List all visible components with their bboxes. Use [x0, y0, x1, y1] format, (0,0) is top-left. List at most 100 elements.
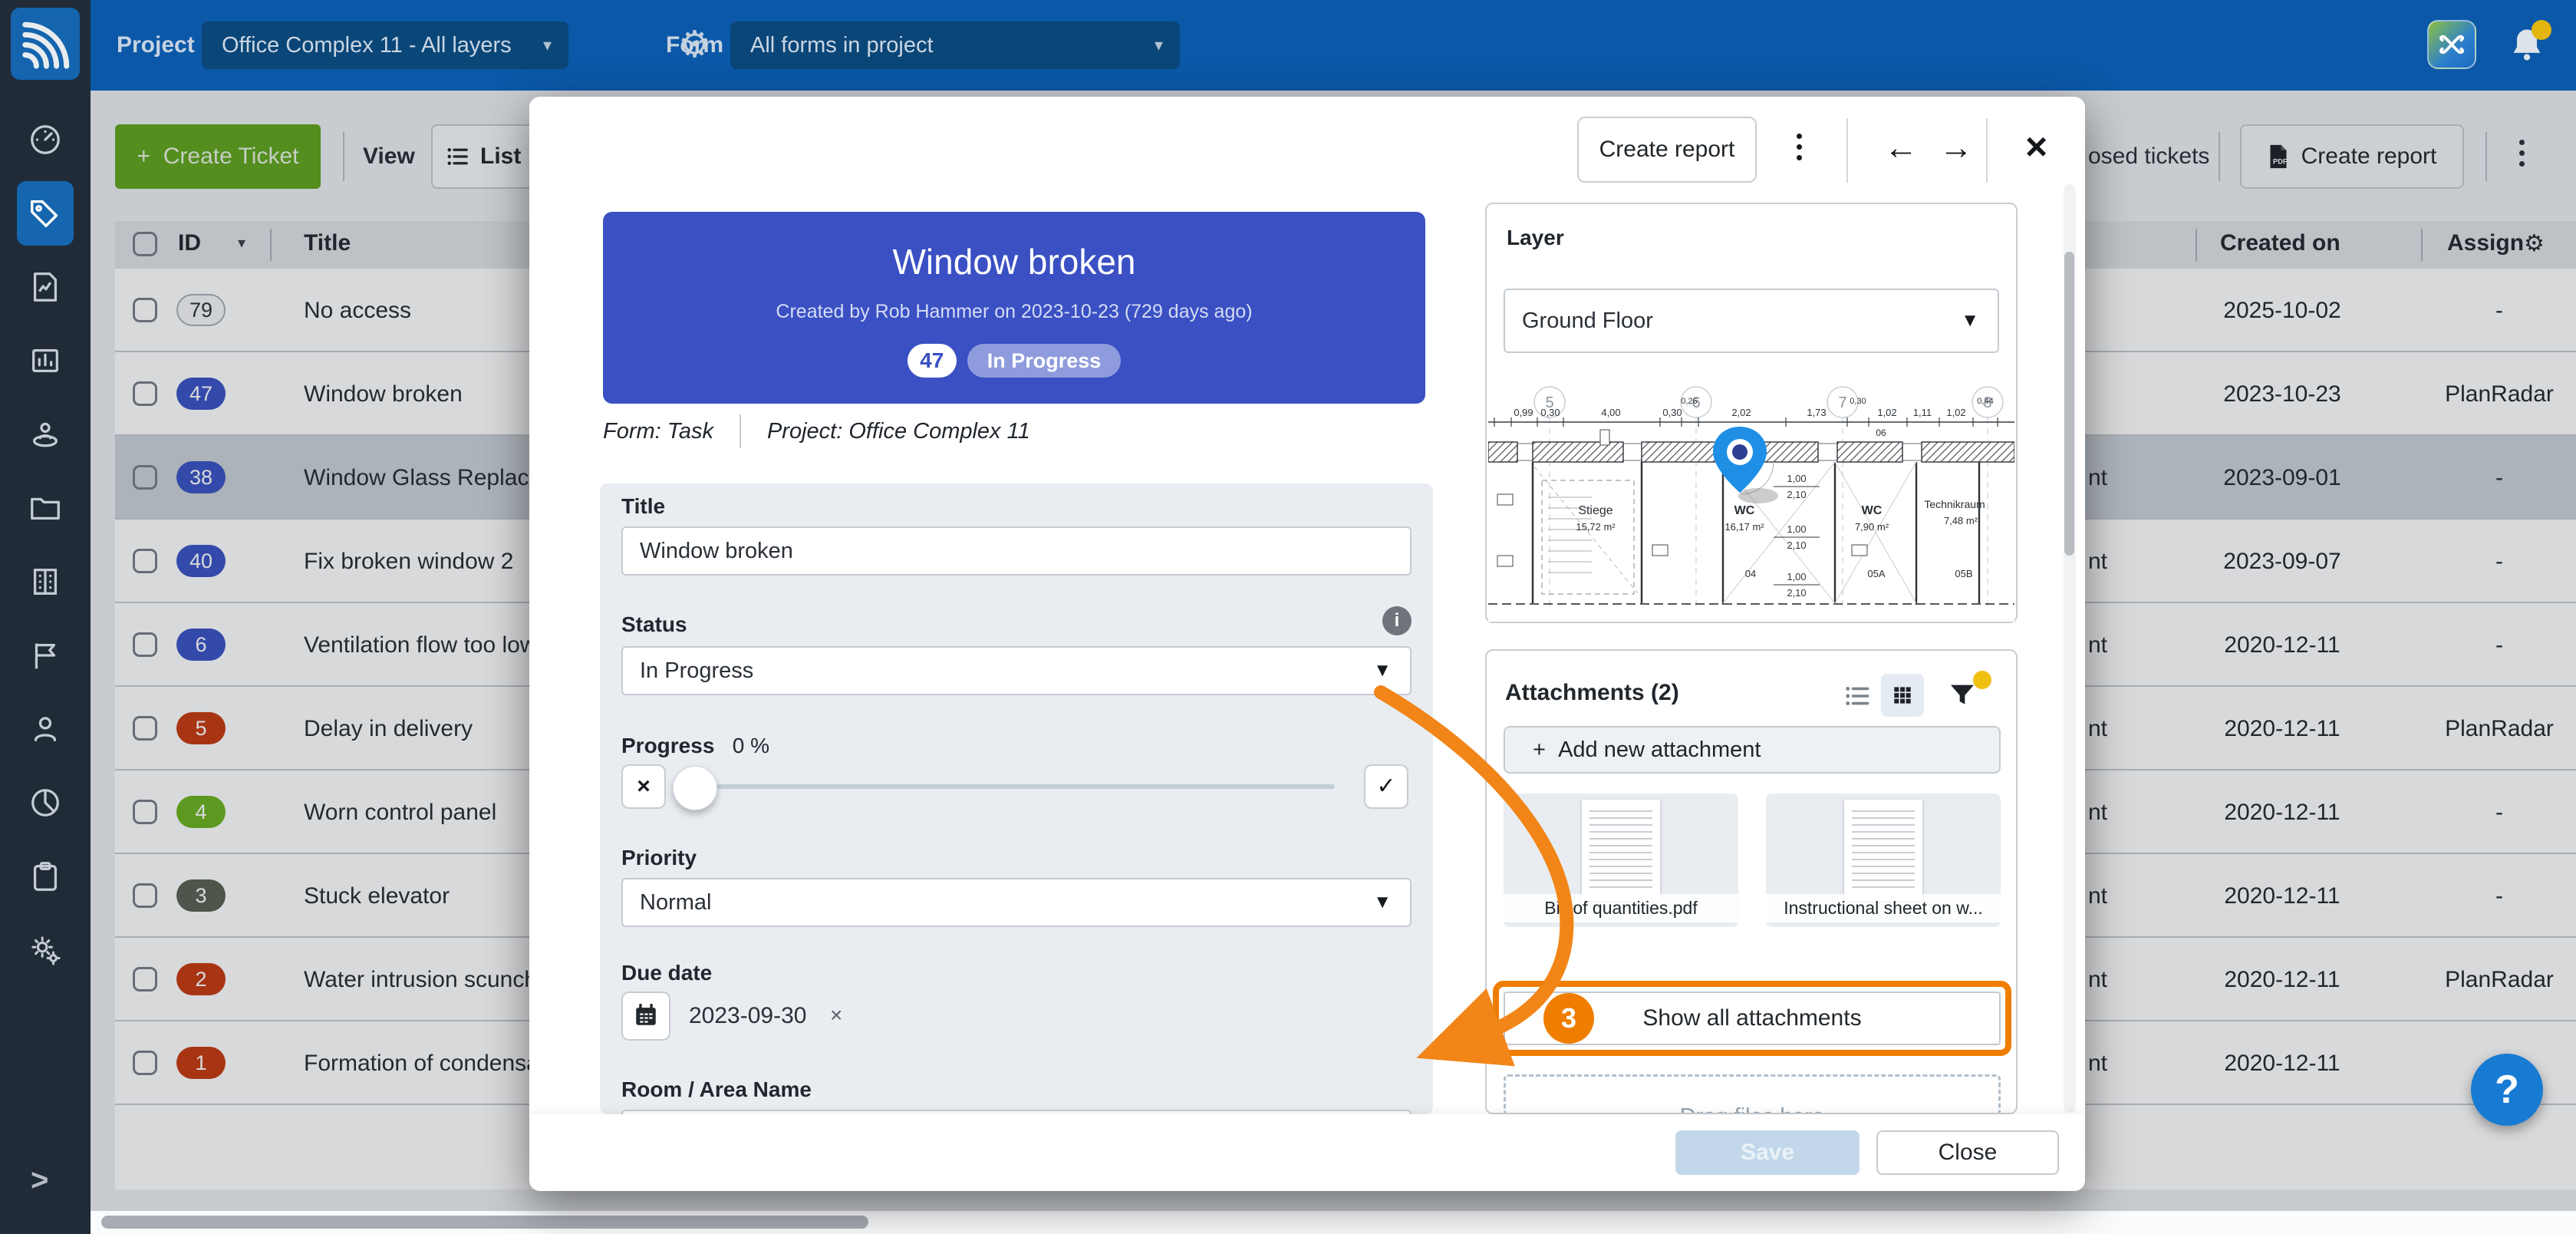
priority-dropdown[interactable]: Normal ▼ — [621, 878, 1412, 927]
calendar-button[interactable] — [621, 991, 670, 1041]
door-label: 05B — [1955, 568, 1972, 579]
chevron-down-icon: ▼ — [1373, 879, 1392, 926]
close-icon[interactable]: × — [2025, 124, 2047, 169]
progress-slider-track[interactable] — [683, 784, 1335, 789]
sidebar-item-tickets[interactable] — [24, 193, 67, 233]
planradar-app: + Create Ticket View List ▾ osed tickets… — [0, 0, 2576, 1234]
modal-scrollbar-track — [2064, 184, 2076, 1113]
progress-slider-knob[interactable] — [673, 766, 717, 810]
sidebar-item-dashboard[interactable] — [24, 120, 67, 160]
sidebar-item-site-inspection[interactable] — [24, 414, 67, 454]
form-dropdown[interactable]: All forms in project ▾ — [730, 21, 1180, 69]
building-icon — [28, 564, 63, 599]
grid-view-icon — [1890, 683, 1915, 708]
due-date-field-label: Due date — [621, 961, 712, 985]
ticket-created-line: Created by Rob Hammer on 2023-10-23 (729… — [603, 301, 1425, 323]
attachments-label: Attachments (2) — [1505, 680, 1679, 706]
sidebar-item-analytics[interactable] — [24, 783, 67, 823]
dim-label: 0,30 — [1662, 407, 1682, 418]
connect-app-button[interactable] — [2427, 20, 2476, 69]
meta-divider — [740, 414, 741, 448]
room-area: 7,90 m² — [1855, 521, 1889, 533]
project-dropdown-value: Office Complex 11 - All layers — [222, 33, 512, 58]
show-all-attachments-label: Show all attachments — [1642, 1005, 1861, 1031]
attachments-filter-button[interactable] — [1947, 680, 1978, 714]
attachment-name: Instructional sheet on w... — [1766, 894, 2001, 922]
planradar-logo[interactable] — [11, 8, 80, 80]
add-attachment-button[interactable]: + Add new attachment — [1504, 726, 2001, 774]
notification-badge — [2532, 20, 2551, 40]
previous-ticket-arrow-icon[interactable]: ← — [1884, 129, 1918, 167]
ticket-more-options-icon[interactable] — [1797, 134, 1802, 160]
door-dim: 1,00 — [1787, 523, 1806, 535]
sidebar-item-documents[interactable] — [24, 488, 67, 528]
dim-label-small: 0,44 — [1977, 397, 1993, 406]
sidebar-item-settings[interactable] — [24, 930, 67, 970]
next-ticket-arrow-icon[interactable]: → — [1939, 129, 1973, 167]
sidebar-item-statistics[interactable] — [24, 341, 67, 381]
layer-section: Layer Ground Floor ▼ — [1485, 203, 2018, 623]
dashboard-gauge-icon — [28, 122, 63, 157]
folder-icon — [28, 490, 63, 526]
create-report-button-modal[interactable]: Create report — [1577, 117, 1757, 183]
priority-field-label: Priority — [621, 846, 697, 870]
attachment-preview — [1844, 800, 1922, 901]
sidebar-item-tasks[interactable] — [24, 856, 67, 896]
room-name: Technikraum — [1924, 498, 1985, 510]
status-dropdown[interactable]: In Progress ▼ — [621, 646, 1412, 695]
sidebar: > — [0, 0, 91, 1234]
tag-icon — [28, 196, 63, 231]
dim-label-small: 0,30 — [1850, 397, 1866, 406]
gears-icon — [28, 932, 63, 968]
modal-footer: Save Close — [529, 1114, 2085, 1191]
layer-dropdown[interactable]: Ground Floor ▼ — [1504, 289, 1999, 353]
pie-chart-icon — [28, 785, 63, 820]
dim-label: 1,02 — [1877, 407, 1896, 418]
filter-active-badge — [1973, 671, 1991, 689]
list-view-icon — [1844, 685, 1870, 708]
progress-clear-button[interactable]: × — [621, 764, 666, 809]
dim-label: 0,99 — [1514, 407, 1533, 418]
dim-label: 2,02 — [1731, 407, 1751, 418]
report-document-icon — [28, 269, 63, 305]
sidebar-expand-chevron[interactable]: > — [31, 1163, 48, 1198]
attachments-grid-view-toggle[interactable] — [1881, 674, 1924, 717]
progress-label: Progress — [621, 734, 714, 757]
due-date-clear-icon[interactable]: × — [830, 991, 842, 1041]
connect-butterfly-icon — [2436, 28, 2468, 61]
sidebar-item-buildings[interactable] — [24, 562, 67, 602]
modal-scrollbar-thumb[interactable] — [2064, 252, 2074, 556]
dim-label: 1,73 — [1807, 407, 1826, 418]
progress-confirm-button[interactable]: ✓ — [1364, 764, 1408, 809]
save-button[interactable]: Save — [1675, 1130, 1860, 1175]
sidebar-item-reports[interactable] — [24, 267, 67, 307]
drag-files-dropzone[interactable]: Drag files here — [1504, 1074, 2001, 1114]
sidebar-item-flags[interactable] — [24, 635, 67, 675]
attachment-thumbnail[interactable]: Bill of quantities.pdf — [1504, 794, 1738, 927]
floorplan-image[interactable]: 5 6 7 8 0,99 0,30 4,00 0,30 — [1488, 382, 2014, 622]
chevron-down-icon: ▼ — [1961, 290, 1979, 351]
form-dropdown-value: All forms in project — [750, 33, 934, 58]
help-button[interactable]: ? — [2471, 1054, 2543, 1126]
status-field-label: Status — [621, 612, 687, 637]
ticket-header-card: Window broken Created by Rob Hammer on 2… — [603, 212, 1425, 404]
door-dim: 1,00 — [1787, 571, 1806, 582]
status-value: In Progress — [640, 658, 753, 683]
info-icon[interactable]: i — [1382, 606, 1412, 635]
sidebar-item-contacts[interactable] — [24, 709, 67, 749]
attachment-thumbnail[interactable]: Instructional sheet on w... — [1766, 794, 2001, 927]
close-button[interactable]: Close — [1876, 1130, 2059, 1175]
room-area: 7,48 m² — [1944, 515, 1978, 526]
title-field-label: Title — [621, 494, 665, 519]
header-divider — [1846, 118, 1848, 183]
attachments-list-view-toggle[interactable] — [1844, 685, 1870, 711]
layer-label: Layer — [1507, 226, 1564, 250]
priority-value: Normal — [640, 890, 711, 915]
due-date-value[interactable]: 2023-09-30 — [689, 991, 806, 1041]
pin-shadow — [1738, 488, 1778, 503]
drag-files-label: Drag files here — [1680, 1104, 1825, 1114]
horizontal-scrollbar-thumb[interactable] — [101, 1216, 868, 1229]
room-name: WC — [1862, 504, 1883, 517]
title-field-input[interactable]: Window broken — [621, 526, 1412, 576]
project-dropdown[interactable]: Office Complex 11 - All layers ▾ — [202, 21, 568, 69]
